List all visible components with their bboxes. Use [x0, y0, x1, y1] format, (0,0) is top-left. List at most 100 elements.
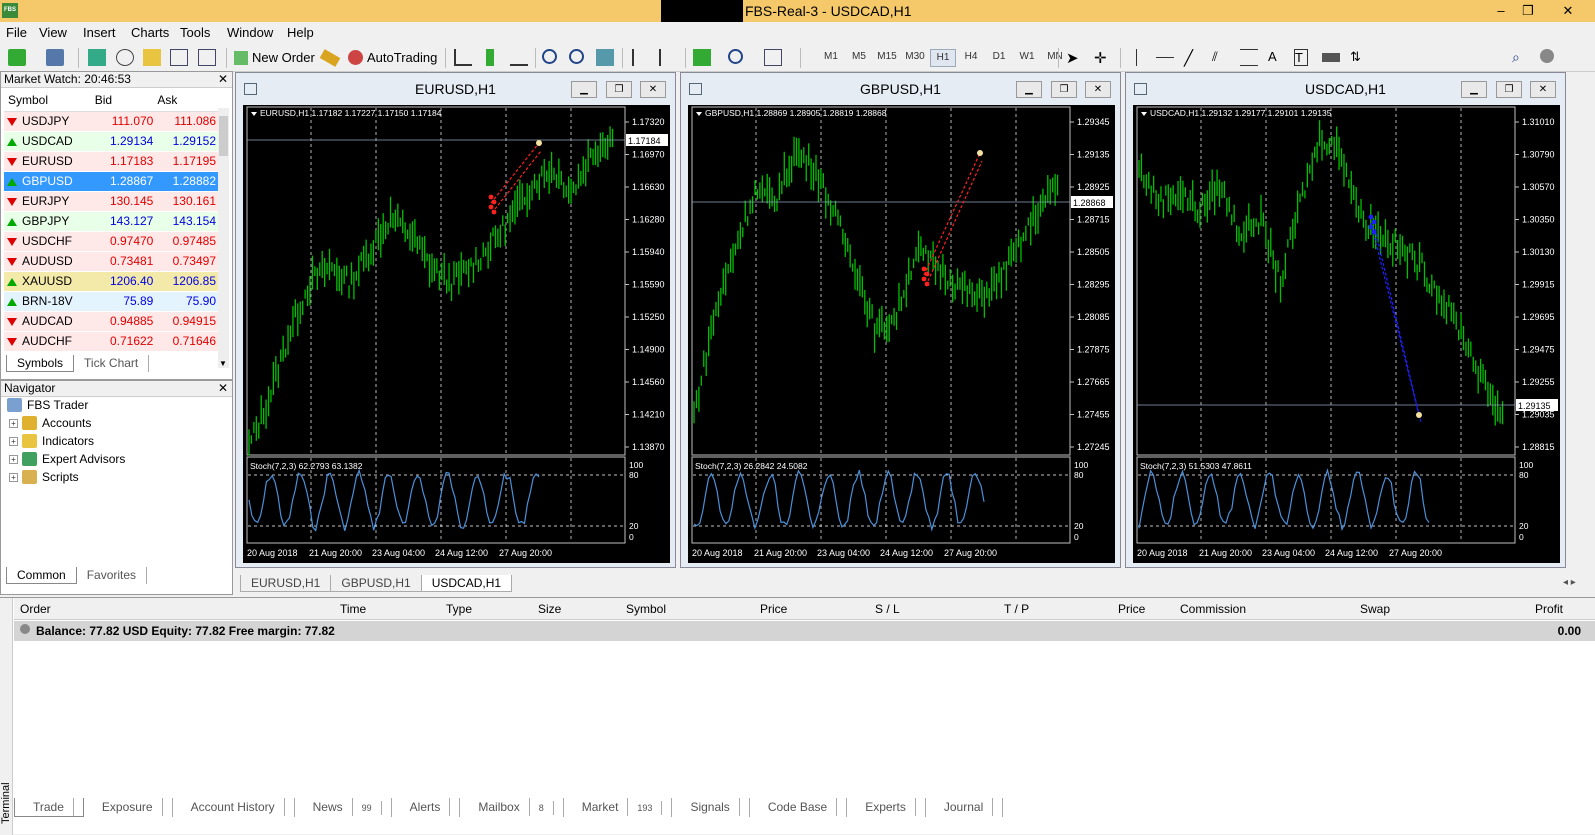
chart-window-gbpusd-h1[interactable]: GBPUSD,H1 ▁ ❐ ✕ 1.28868 1.29345 1.29135 1.28925…	[680, 72, 1121, 568]
arrows-icon[interactable]	[1322, 53, 1340, 62]
scrollbar[interactable]: ▼	[218, 108, 229, 368]
nav-item-accounts[interactable]: + Accounts	[9, 414, 91, 432]
zoom-out-icon[interactable]	[569, 49, 584, 64]
menu-help[interactable]: Help	[287, 25, 314, 40]
tab-symbols[interactable]: Symbols	[6, 355, 75, 372]
expand-icon[interactable]: +	[9, 454, 18, 464]
terminal-tab-journal[interactable]: Journal	[926, 798, 1004, 817]
text-icon[interactable]: A	[1268, 49, 1286, 66]
shapes-icon[interactable]: ⇅	[1350, 49, 1368, 66]
trendline-icon[interactable]: ╱	[1184, 49, 1202, 67]
candlestick-icon[interactable]	[486, 49, 494, 66]
menu-view[interactable]: View	[39, 25, 67, 40]
menu-window[interactable]: Window	[227, 25, 273, 40]
price-chart[interactable]: 1.17184 1.17320 1.16970 1.16630 1.16280 1.159…	[243, 105, 670, 563]
column-header[interactable]: Symbol	[4, 90, 95, 112]
periods-icon[interactable]	[728, 49, 743, 64]
minimize-icon[interactable]: ▁	[571, 81, 597, 98]
timeframe-h1[interactable]: H1	[930, 49, 956, 67]
autoscroll-icon[interactable]	[632, 49, 650, 66]
indicators-icon[interactable]	[693, 49, 711, 66]
templates-icon[interactable]	[764, 49, 782, 66]
terminal-tab-trade[interactable]: Trade	[14, 798, 84, 817]
expand-icon[interactable]: +	[9, 418, 18, 428]
market-watch-row[interactable]: XAUUSD 1206.40 1206.85	[4, 271, 220, 292]
crosshair-tool-icon[interactable]: ✛	[1094, 49, 1112, 67]
minimize-icon[interactable]: ‒	[1487, 1, 1515, 21]
close-icon[interactable]: ✕	[1530, 81, 1556, 98]
timeframe-m1[interactable]: M1	[818, 51, 844, 62]
restore-icon[interactable]: ❐	[1514, 1, 1542, 21]
menu-file[interactable]: File	[6, 25, 27, 40]
market-watch-row[interactable]: EURUSD 1.17183 1.17195	[4, 151, 220, 172]
market-watch-row[interactable]: USDCHF 0.97470 0.97485	[4, 231, 220, 252]
scrollbar-thumb[interactable]	[219, 116, 228, 156]
search-icon[interactable]: ⌕	[1512, 49, 1530, 66]
account-icon[interactable]	[1540, 49, 1554, 63]
bar-chart-icon[interactable]	[454, 49, 472, 66]
metaeditor-icon[interactable]	[319, 49, 341, 67]
terminal-tab-market[interactable]: Market 193	[564, 798, 673, 817]
navigator-icon[interactable]	[143, 49, 161, 66]
zoom-in-icon[interactable]	[542, 49, 557, 64]
terminal-tab-account-history[interactable]: Account History	[173, 798, 295, 817]
chart-tab-gbpusd-h1[interactable]: GBPUSD,H1	[330, 575, 422, 592]
market-watch-row[interactable]: EURJPY 130.145 130.161	[4, 191, 220, 212]
channel-icon[interactable]: ⫽	[1212, 49, 1230, 66]
column-header[interactable]: Commission	[1180, 602, 1246, 616]
column-header[interactable]: Type	[446, 602, 472, 616]
column-header[interactable]: Price	[1118, 602, 1145, 616]
column-header[interactable]: Symbol	[626, 602, 666, 616]
terminal-tab-mailbox[interactable]: Mailbox 8	[460, 798, 564, 817]
tab-favorites[interactable]: Favorites	[77, 567, 148, 584]
cursor-icon[interactable]: ➤	[1066, 49, 1084, 67]
tab-scroll-icon[interactable]: ◂ ▸	[1563, 577, 1576, 588]
terminal-tab-alerts[interactable]: Alerts	[392, 798, 461, 817]
market-watch-row[interactable]: AUDCAD 0.94885 0.94915	[4, 311, 220, 332]
column-header[interactable]: S / L	[875, 602, 900, 616]
close-icon[interactable]: ✕	[1544, 1, 1592, 21]
market-watch-row[interactable]: GBPUSD 1.28867 1.28882	[4, 171, 220, 192]
column-header[interactable]: Price	[760, 602, 787, 616]
price-chart[interactable]: 1.291351.310101.307901.305701.303501.301…	[1133, 105, 1560, 563]
nav-root[interactable]: FBS Trader	[7, 396, 88, 414]
market-watch-row[interactable]: BRN-18V 75.89 75.90	[4, 291, 220, 312]
timeframe-w1[interactable]: W1	[1014, 51, 1040, 62]
column-header[interactable]: Time	[340, 602, 366, 616]
expand-icon[interactable]: +	[9, 472, 18, 482]
nav-item-scripts[interactable]: + Scripts	[9, 468, 79, 486]
terminal-tab-code-base[interactable]: Code Base	[750, 798, 848, 817]
expand-icon[interactable]: +	[9, 436, 18, 446]
column-header[interactable]: Ask	[157, 90, 220, 112]
minimize-icon[interactable]: ▁	[1461, 81, 1487, 98]
maximize-icon[interactable]: ❐	[1051, 81, 1077, 98]
column-header[interactable]: Size	[538, 602, 561, 616]
terminal-icon[interactable]	[170, 49, 188, 66]
chart-window-usdcad-h1[interactable]: USDCAD,H1 ▁ ❐ ✕ 1.29135 1.31010 1.30790 1.30570…	[1125, 72, 1566, 568]
timeframe-mn[interactable]: MN	[1042, 51, 1068, 62]
column-header[interactable]: T / P	[1004, 602, 1029, 616]
close-panel-icon[interactable]: ✕	[218, 381, 228, 396]
chart-window-eurusd-h1[interactable]: EURUSD,H1 ▁ ❐ ✕ 1.17184 1.17320 1.16970 1.16630…	[235, 72, 676, 568]
vertical-line-icon[interactable]	[1136, 49, 1138, 66]
terminal-tab-news[interactable]: News 99	[295, 798, 392, 817]
timeframe-m5[interactable]: M5	[846, 51, 872, 62]
scroll-down-icon[interactable]: ▼	[219, 359, 227, 368]
close-panel-icon[interactable]: ✕	[218, 72, 228, 87]
column-header[interactable]: Bid	[94, 90, 158, 112]
nav-item-indicators[interactable]: + Indicators	[9, 432, 94, 450]
strategy-tester-icon[interactable]	[198, 49, 216, 66]
price-chart[interactable]: 1.28868 1.29345 1.29135 1.28925 1.28715 1.285…	[688, 105, 1115, 563]
new-chart-icon[interactable]	[8, 49, 26, 66]
market-watch-row[interactable]: AUDUSD 0.73481 0.73497	[4, 251, 220, 272]
timeframe-h4[interactable]: H4	[958, 51, 984, 62]
tab-tick-chart[interactable]: Tick Chart	[74, 355, 150, 372]
chart-tab-usdcad-h1[interactable]: USDCAD,H1	[420, 575, 513, 592]
market-watch-row[interactable]: GBPJPY 143.127 143.154	[4, 211, 220, 232]
profiles-icon[interactable]	[46, 49, 64, 66]
line-chart-icon[interactable]	[510, 49, 528, 66]
minimize-icon[interactable]: ▁	[1016, 81, 1042, 98]
tile-windows-icon[interactable]	[596, 49, 614, 66]
terminal-tab-experts[interactable]: Experts	[847, 798, 926, 817]
new-order-button[interactable]: New Order	[234, 47, 315, 68]
